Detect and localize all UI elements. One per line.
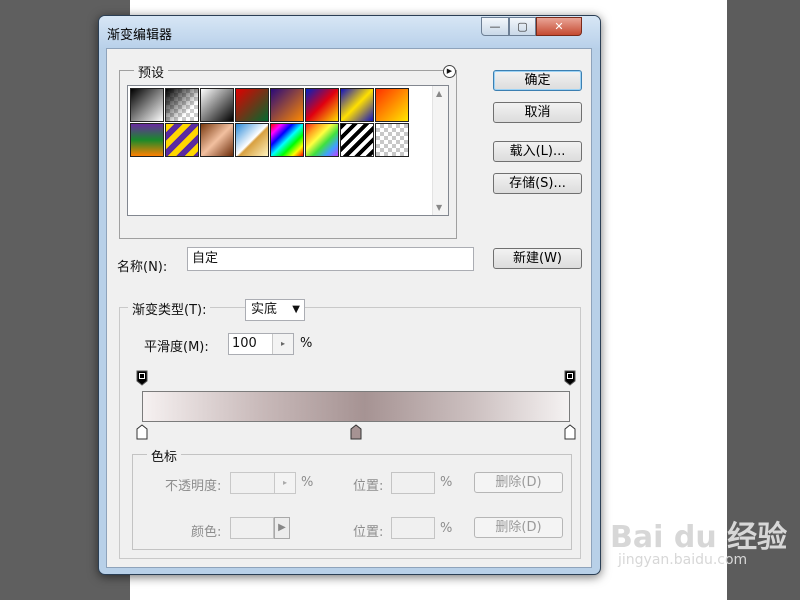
presets-menu-arrow-icon[interactable]: ▶ bbox=[443, 65, 456, 78]
color-stop-left[interactable] bbox=[136, 424, 148, 440]
preset-swatch-orange-yellow[interactable] bbox=[375, 88, 409, 122]
color-stop-middle[interactable] bbox=[350, 424, 362, 440]
presets-scrollbar[interactable]: ▲ ▼ bbox=[432, 86, 448, 215]
preset-swatch-diagonal-stripes[interactable] bbox=[340, 123, 374, 157]
gradient-preview-bar[interactable] bbox=[142, 391, 570, 422]
load-button[interactable]: 载入(L)... bbox=[493, 141, 582, 162]
opacity-input[interactable]: ▸ bbox=[230, 472, 296, 494]
preset-swatch-copper[interactable] bbox=[200, 123, 234, 157]
preset-swatch-purple-green-orange[interactable] bbox=[130, 123, 164, 157]
opacity-label: 不透明度: bbox=[165, 479, 222, 494]
color-position-unit: % bbox=[440, 521, 453, 536]
name-label: 名称(N): bbox=[117, 260, 168, 275]
delete-opacity-stop-button[interactable]: 删除(D) bbox=[474, 472, 563, 493]
workspace-background bbox=[727, 0, 800, 600]
new-button[interactable]: 新建(W) bbox=[493, 248, 582, 269]
color-swatch[interactable] bbox=[230, 517, 274, 539]
gradient-editor-dialog: 渐变编辑器 — ▢ ✕ 预设 ▶ ▲ ▼ 确定 取消 载入(L)... 存储(S… bbox=[98, 15, 601, 575]
title-bar[interactable]: 渐变编辑器 — ▢ ✕ bbox=[99, 16, 600, 48]
presets-group: 预设 ▶ ▲ ▼ bbox=[119, 62, 457, 239]
presets-legend: 预设 bbox=[134, 62, 169, 81]
color-menu-arrow-icon[interactable]: ▶ bbox=[274, 517, 290, 539]
maximize-button[interactable]: ▢ bbox=[509, 17, 536, 36]
color-stops-group: 色标 不透明度: ▸ % 位置: % 删除(D) 颜色: ▶ 位置: % 删除(… bbox=[132, 446, 572, 550]
color-stop-right[interactable] bbox=[564, 424, 576, 440]
smoothness-input[interactable]: 100 ▸ bbox=[228, 333, 294, 355]
preset-swatch-rainbow-transparent[interactable] bbox=[305, 123, 339, 157]
color-position-label: 位置: bbox=[353, 525, 384, 540]
preset-swatch-chrome[interactable] bbox=[235, 123, 269, 157]
watermark: Bai du 经验 jingyan.baidu.com bbox=[610, 512, 787, 568]
preset-swatch-spectrum[interactable] bbox=[270, 123, 304, 157]
scroll-up-icon[interactable]: ▲ bbox=[436, 89, 442, 98]
preset-swatch-transparent[interactable] bbox=[375, 123, 409, 157]
color-position-input[interactable] bbox=[391, 517, 435, 539]
dialog-body: 预设 ▶ ▲ ▼ 确定 取消 载入(L)... 存储(S)... 名称(N): … bbox=[106, 48, 592, 568]
preset-swatch-black-white[interactable] bbox=[130, 88, 164, 122]
delete-color-stop-button[interactable]: 删除(D) bbox=[474, 517, 563, 538]
opacity-position-label: 位置: bbox=[353, 479, 384, 494]
opacity-position-unit: % bbox=[440, 475, 453, 490]
presets-list[interactable]: ▲ ▼ bbox=[127, 85, 449, 216]
ok-button[interactable]: 确定 bbox=[493, 70, 582, 91]
opacity-position-input[interactable] bbox=[391, 472, 435, 494]
watermark-main: Bai du 经验 bbox=[610, 520, 788, 555]
spin-arrow-icon[interactable]: ▸ bbox=[274, 473, 295, 493]
gradient-type-value: 实底 bbox=[251, 302, 278, 317]
color-label: 颜色: bbox=[191, 525, 222, 540]
minimize-button[interactable]: — bbox=[481, 17, 509, 36]
close-button[interactable]: ✕ bbox=[536, 17, 582, 36]
opacity-stop-left[interactable] bbox=[136, 370, 148, 386]
preset-swatch-red-green[interactable] bbox=[235, 88, 269, 122]
spin-arrow-icon[interactable]: ▸ bbox=[272, 334, 293, 354]
smoothness-unit: % bbox=[300, 336, 313, 351]
preset-swatch-yellow-violet-stripes[interactable] bbox=[165, 123, 199, 157]
preset-swatch-blue-red-yellow[interactable] bbox=[305, 88, 339, 122]
preset-swatch-violet-orange[interactable] bbox=[270, 88, 304, 122]
preset-swatch-blue-yellow-blue[interactable] bbox=[340, 88, 374, 122]
smoothness-value: 100 bbox=[232, 336, 257, 351]
window-title: 渐变编辑器 bbox=[107, 28, 173, 43]
opacity-unit: % bbox=[301, 475, 314, 490]
cancel-button[interactable]: 取消 bbox=[493, 102, 582, 123]
preset-swatch-white-black[interactable] bbox=[200, 88, 234, 122]
smoothness-label: 平滑度(M): bbox=[144, 340, 209, 355]
chevron-down-icon: ▼ bbox=[292, 304, 300, 315]
gradient-type-select[interactable]: 实底 ▼ bbox=[245, 299, 305, 321]
name-input[interactable]: 自定 bbox=[187, 247, 474, 271]
preset-swatch-transparent-checker[interactable] bbox=[165, 88, 199, 122]
gradient-type-label: 渐变类型(T): bbox=[128, 299, 211, 318]
save-button[interactable]: 存储(S)... bbox=[493, 173, 582, 194]
gradient-type-group: 渐变类型(T): 实底 ▼ 平滑度(M): 100 ▸ % 色标 不透明度: ▸… bbox=[119, 299, 581, 559]
opacity-stop-right[interactable] bbox=[564, 370, 576, 386]
color-stops-legend: 色标 bbox=[147, 446, 182, 465]
scroll-down-icon[interactable]: ▼ bbox=[436, 203, 442, 212]
